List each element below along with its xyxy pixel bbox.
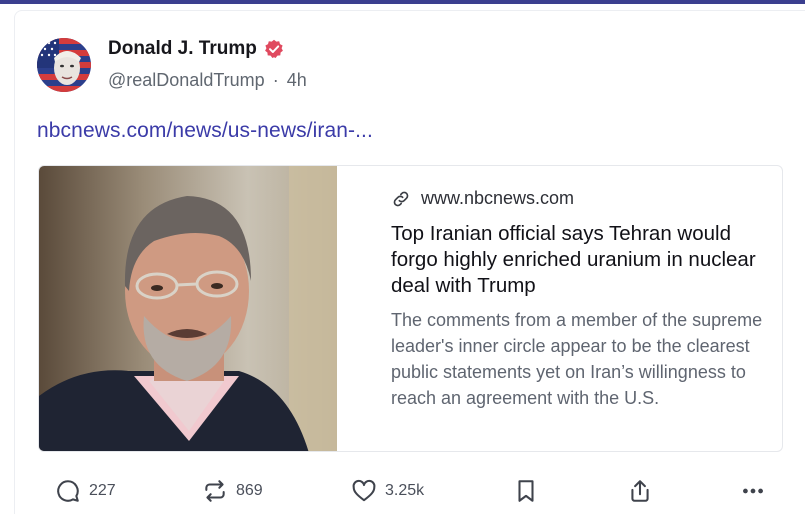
card-body: www.nbcnews.com Top Iranian official say… xyxy=(391,188,771,411)
card-domain-row: www.nbcnews.com xyxy=(391,188,771,209)
more-icon xyxy=(743,488,763,494)
card-description: The comments from a member of the suprem… xyxy=(391,310,763,408)
post-link[interactable]: nbcnews.com/news/us-news/iran-... xyxy=(37,119,373,143)
share-button[interactable] xyxy=(627,478,653,504)
author-handle[interactable]: @realDonaldTrump xyxy=(108,70,265,90)
post-time[interactable]: 4h xyxy=(287,70,307,90)
card-thumbnail-image xyxy=(39,166,337,451)
like-icon xyxy=(352,479,376,502)
top-accent-bar xyxy=(0,0,805,4)
author-name-row: Donald J. Trump xyxy=(108,38,284,60)
card-domain: www.nbcnews.com xyxy=(421,188,575,208)
repost-button[interactable]: 869 xyxy=(202,478,263,504)
post-actions: 227 869 3.25k xyxy=(0,478,805,512)
author-meta: @realDonaldTrump · 4h xyxy=(108,70,307,91)
bookmark-button[interactable] xyxy=(513,478,539,504)
share-icon xyxy=(631,480,649,502)
like-count: 3.25k xyxy=(385,482,425,499)
avatar[interactable] xyxy=(37,38,91,92)
repost-count: 869 xyxy=(236,482,263,499)
bookmark-icon xyxy=(518,480,534,502)
card-title[interactable]: Top Iranian official says Tehran would f… xyxy=(391,221,771,299)
more-options-button[interactable] xyxy=(740,478,766,504)
repost-icon xyxy=(205,480,225,502)
reply-count: 227 xyxy=(89,482,116,499)
meta-separator: · xyxy=(272,70,279,90)
reply-button[interactable]: 227 xyxy=(55,478,116,504)
reply-icon xyxy=(57,480,79,502)
verified-badge-icon xyxy=(264,39,283,58)
avatar-image xyxy=(37,38,91,92)
link-icon xyxy=(393,191,409,206)
author-name[interactable]: Donald J. Trump xyxy=(108,38,257,60)
like-button[interactable]: 3.25k xyxy=(351,478,424,504)
link-preview-card[interactable]: www.nbcnews.com Top Iranian official say… xyxy=(38,165,783,452)
